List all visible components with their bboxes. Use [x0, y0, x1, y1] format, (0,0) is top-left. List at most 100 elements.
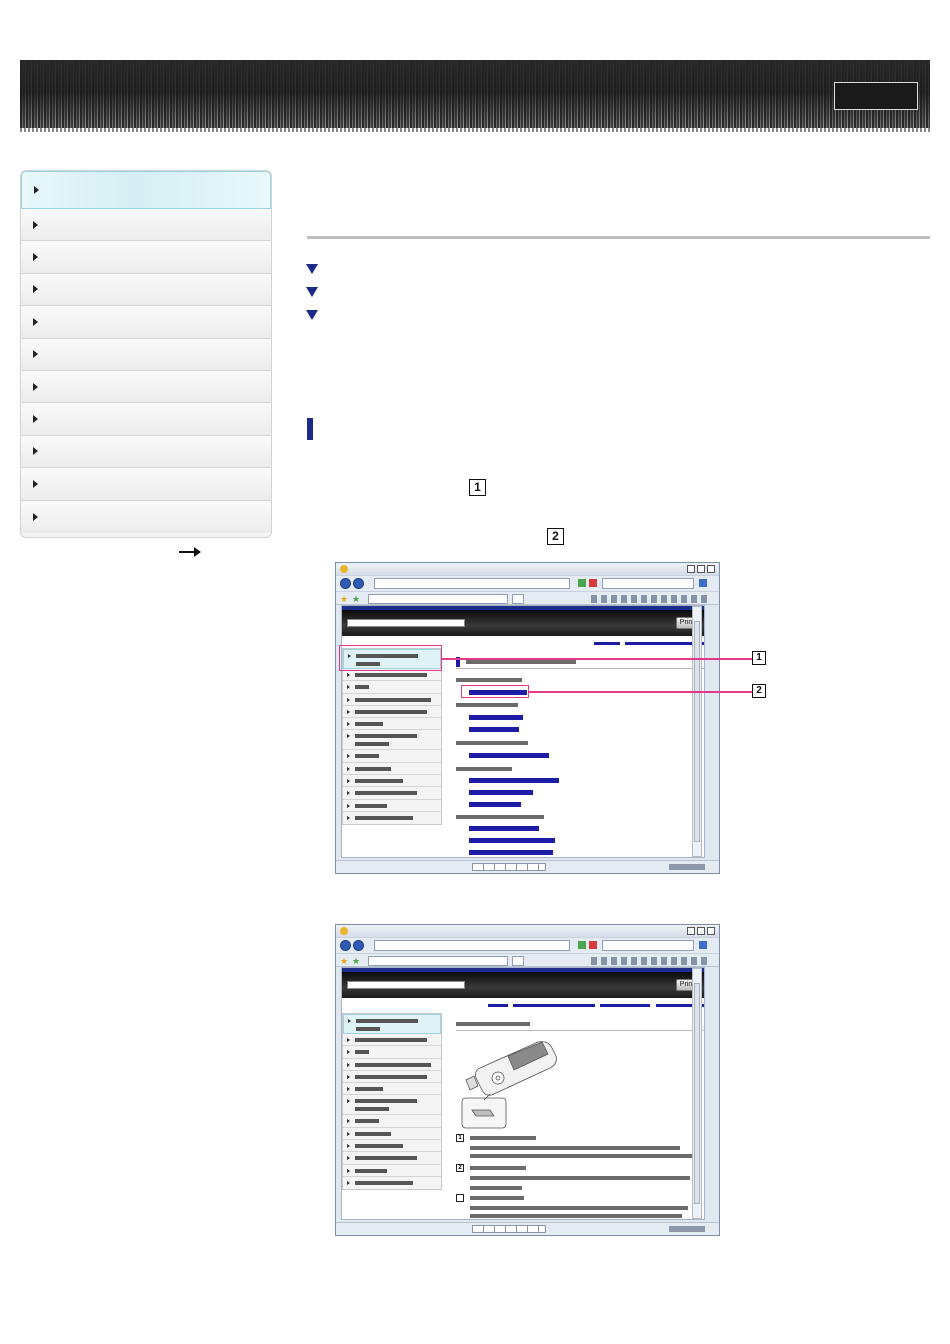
address-bar [374, 940, 570, 951]
breadcrumb-link [600, 1004, 650, 1007]
device-illustration [461, 1041, 557, 1129]
topic-link [469, 715, 523, 720]
refresh-icon [578, 579, 586, 587]
text-line [470, 1136, 536, 1140]
header-button[interactable] [834, 82, 918, 110]
arrow-right-icon[interactable] [178, 546, 202, 558]
close-icon [707, 565, 715, 573]
triangle-down-icon[interactable] [306, 264, 318, 274]
topic-link [469, 778, 559, 783]
topic-heading [456, 678, 522, 682]
mini-sidebar-item [343, 1165, 441, 1177]
title-divider [307, 236, 930, 239]
triangle-right-icon [33, 479, 38, 488]
address-bar [374, 578, 570, 589]
site-link [594, 642, 620, 645]
mini-sidebar-item [343, 1071, 441, 1084]
close-icon [707, 927, 715, 935]
topic-heading [456, 767, 512, 771]
topic-heading [456, 741, 528, 745]
mini-sidebar-item [343, 681, 441, 694]
mini-sidebar-item [343, 706, 441, 719]
step-number-1: 1 [469, 479, 486, 496]
text-line [470, 1206, 688, 1210]
search-box [602, 940, 694, 951]
topic-link [469, 802, 521, 807]
mini-sidebar-item [343, 750, 441, 763]
text-line [470, 1146, 680, 1150]
triangle-right-icon [33, 447, 38, 456]
mini-sidebar-item [343, 1140, 441, 1153]
sidebar-item-4[interactable] [21, 273, 271, 307]
sidebar-item-8[interactable] [21, 403, 271, 436]
sidebar-item-2[interactable] [21, 209, 271, 242]
sidebar-item-1[interactable] [21, 171, 271, 209]
forward-icon [353, 578, 364, 589]
scrollbar [692, 606, 702, 857]
page-heading [466, 660, 576, 664]
triangle-down-icon[interactable] [306, 287, 318, 297]
back-icon [340, 578, 351, 589]
triangle-right-icon [33, 415, 38, 424]
callout-number-3 [456, 1194, 464, 1202]
topic-link [469, 850, 553, 855]
heading-rule [456, 1030, 704, 1031]
triangle-right-icon [33, 317, 38, 326]
mini-sidebar-item [343, 1046, 441, 1059]
add-favorites-icon: ★ [352, 956, 361, 966]
browser-screenshot-2: ★ ★ Print 1 2 [335, 924, 720, 1236]
site-search-box [347, 981, 465, 989]
help-site-header: Print [342, 606, 704, 636]
sidebar-item-7[interactable] [21, 370, 271, 404]
triangle-right-icon [33, 382, 38, 391]
mini-sidebar-item [343, 1115, 441, 1128]
sidebar-item-11[interactable] [21, 500, 271, 533]
sidebar-item-3[interactable] [21, 241, 271, 274]
text-line [470, 1186, 522, 1190]
triangle-right-icon [33, 253, 38, 262]
help-site-header: Print [342, 968, 704, 998]
minimize-icon [687, 565, 695, 573]
topic-heading [456, 815, 544, 819]
sidebar-item-9[interactable] [21, 435, 271, 469]
minimize-icon [687, 927, 695, 935]
mini-sidebar-item [343, 1177, 441, 1189]
triangle-right-icon [33, 512, 38, 521]
mini-sidebar-item [343, 1152, 441, 1165]
tab-bar [368, 956, 508, 966]
mini-sidebar-item [343, 1095, 441, 1116]
maximize-icon [697, 927, 705, 935]
mini-sidebar-item [343, 775, 441, 788]
topic-heading [456, 703, 518, 707]
mini-sidebar-item [343, 730, 441, 751]
mini-sidebar-item [343, 787, 441, 800]
breadcrumb-link [513, 1004, 595, 1007]
callout-line-2 [529, 691, 752, 693]
forward-icon [353, 940, 364, 951]
mini-sidebar-item [343, 1128, 441, 1141]
search-icon [699, 579, 707, 587]
new-tab [512, 594, 524, 604]
triangle-down-icon[interactable] [306, 310, 318, 320]
stop-icon [589, 579, 597, 587]
sidebar-nav [20, 170, 272, 538]
text-line [470, 1214, 682, 1218]
text-line [470, 1176, 690, 1180]
text-line [470, 1154, 696, 1158]
sidebar-item-6[interactable] [21, 338, 271, 371]
mini-sidebar-item [343, 812, 441, 824]
mini-sidebar-item [343, 1014, 441, 1034]
sidebar-item-10[interactable] [21, 468, 271, 501]
mini-sidebar-item [343, 1059, 441, 1071]
page-heading [456, 1022, 530, 1026]
topic-link [469, 790, 533, 795]
mini-sidebar-item [343, 1083, 441, 1096]
text-line [470, 1166, 526, 1170]
mini-sidebar-item [343, 694, 441, 706]
callout-line-1 [442, 658, 752, 660]
topic-link [469, 826, 539, 831]
sidebar-item-5[interactable] [21, 306, 271, 339]
stop-icon [589, 941, 597, 949]
add-favorites-icon: ★ [352, 594, 361, 604]
mini-sidebar [342, 648, 442, 826]
